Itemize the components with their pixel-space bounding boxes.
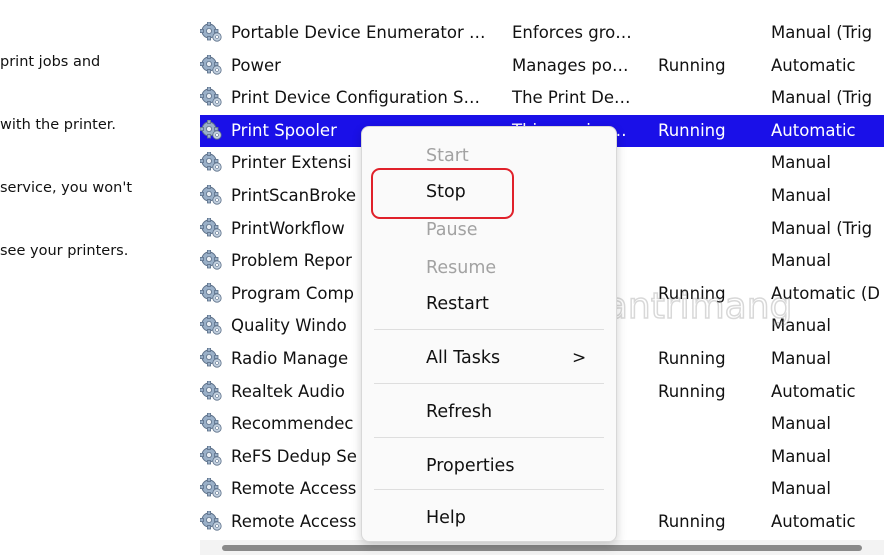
menu-item-label: Pause — [426, 220, 478, 240]
gear-icon — [199, 477, 224, 500]
service-startup-type: Manual (Trig — [771, 23, 873, 42]
service-startup-type: Manual — [771, 186, 831, 205]
service-name: Quality Windo — [231, 316, 347, 336]
service-name: Remote Access — [231, 512, 357, 531]
service-status: Running — [658, 120, 726, 140]
service-status: Running — [658, 381, 726, 401]
service-description: Enforces gro… — [512, 23, 632, 42]
service-startup-type: Manual — [771, 153, 831, 173]
scrollbar-thumb[interactable] — [222, 545, 862, 551]
table-row[interactable]: Print Device Configuration S… The Print D… — [199, 82, 884, 114]
gear-icon — [199, 217, 224, 240]
service-name: Power — [231, 55, 281, 75]
service-description: The Print De… — [512, 88, 631, 108]
service-name: Print Spooler — [231, 120, 337, 140]
service-name: Portable Device Enumerator … — [231, 23, 486, 42]
gear-icon — [199, 380, 224, 403]
gear-icon — [199, 86, 224, 109]
service-status: Running — [658, 55, 726, 75]
gear-icon — [199, 249, 224, 272]
menu-item-label: All Tasks — [426, 348, 501, 368]
gear-icon — [199, 54, 224, 77]
gear-icon — [199, 119, 224, 142]
menu-item-restart[interactable]: Restart — [362, 287, 616, 325]
menu-separator — [374, 329, 604, 330]
service-status: Running — [658, 349, 726, 368]
service-startup-type: Manual (Trig — [771, 218, 873, 238]
menu-item-label: Help — [426, 508, 466, 528]
context-menu: Start Stop Pause Resume Restart All Task… — [361, 126, 617, 542]
menu-item-pause[interactable]: Pause — [362, 213, 616, 251]
menu-item-label: Restart — [426, 294, 489, 314]
menu-separator — [374, 489, 604, 490]
horizontal-scrollbar[interactable] — [200, 540, 884, 555]
menu-item-all-tasks[interactable]: All Tasks > — [362, 341, 616, 379]
service-description: Manages po… — [512, 55, 629, 75]
gear-icon — [199, 21, 224, 44]
menu-separator — [374, 437, 604, 438]
chevron-right-icon: > — [572, 348, 587, 368]
menu-item-resume[interactable]: Resume — [362, 251, 616, 289]
service-name: Remote Access — [231, 479, 357, 499]
service-startup-type: Automatic — [771, 55, 856, 75]
menu-item-label: Resume — [426, 258, 497, 278]
service-startup-type: Manual — [771, 414, 831, 434]
service-startup-type: Manual — [771, 479, 831, 499]
service-name: ReFS Dedup Se — [231, 446, 357, 466]
menu-separator — [374, 383, 604, 384]
service-startup-type: Automatic — [771, 512, 856, 531]
gear-icon — [199, 282, 224, 305]
menu-item-label: Refresh — [426, 402, 493, 422]
gear-icon — [199, 151, 224, 174]
gear-icon — [199, 347, 224, 370]
gear-icon — [199, 314, 224, 337]
service-name: Print Device Configuration S… — [231, 88, 480, 108]
stop-highlight-box — [371, 168, 514, 219]
service-name: Recommendec — [231, 414, 354, 434]
service-name: Radio Manage — [231, 349, 349, 368]
service-startup-type: Manual — [771, 349, 831, 368]
service-name: Printer Extensi — [231, 153, 352, 173]
menu-item-refresh[interactable]: Refresh — [362, 395, 616, 433]
service-name: Realtek Audio — [231, 381, 345, 401]
menu-item-label: Properties — [426, 456, 515, 476]
table-row[interactable]: Portable Device Enumerator … Enforces gro… — [199, 17, 884, 49]
service-name: PrintWorkflow — [231, 218, 345, 238]
service-name: PrintScanBroke — [231, 186, 357, 205]
service-name: Program Comp — [231, 283, 355, 303]
gear-icon — [199, 510, 224, 533]
service-name: Problem Repor — [231, 251, 352, 271]
service-startup-type: Manual — [771, 446, 831, 466]
gear-icon — [199, 184, 224, 207]
table-row[interactable]: Power Manages po… Running Automatic — [199, 50, 884, 82]
menu-item-help[interactable]: Help — [362, 501, 616, 539]
gear-icon — [199, 445, 224, 468]
service-status: Running — [658, 512, 726, 531]
menu-item-properties[interactable]: Properties — [362, 449, 616, 487]
menu-item-label: Start — [426, 146, 469, 166]
service-startup-type: Automatic — [771, 120, 856, 140]
service-startup-type: Manual (Trig — [771, 88, 873, 108]
service-startup-type: Manual — [771, 251, 831, 271]
service-startup-type: Automatic — [771, 381, 856, 401]
gear-icon — [199, 412, 224, 435]
